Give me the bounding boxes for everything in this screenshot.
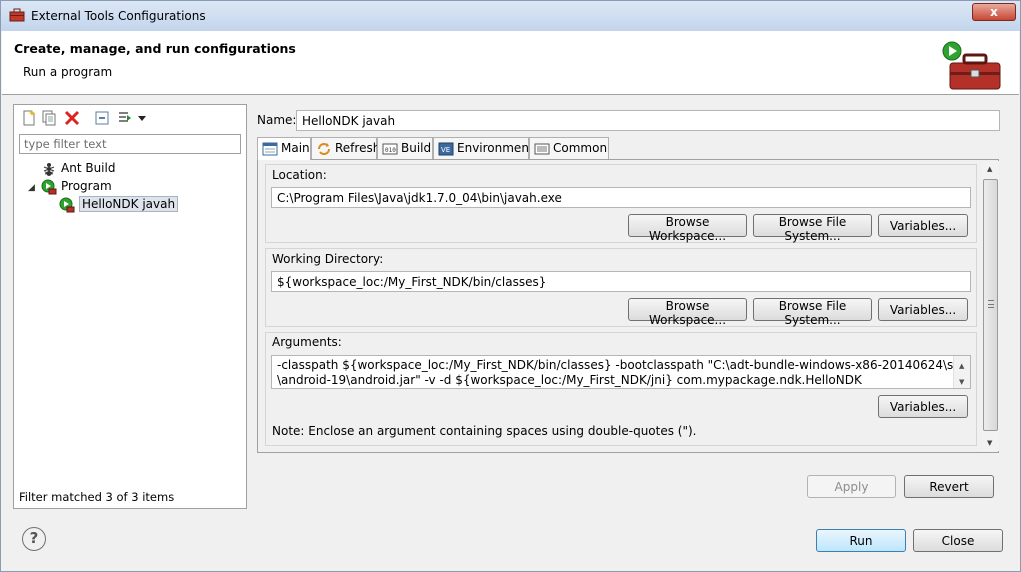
location-group: Location: Browse Workspace... Browse Fil… [265,164,977,243]
scrollbar-thumb[interactable] [983,179,998,431]
expand-arrow-icon[interactable]: ◢ [28,183,35,193]
filter-input[interactable] [19,134,241,154]
page-title: Create, manage, and run configurations [14,41,296,56]
tree-item-label: Ant Build [61,161,116,175]
workdir-browse-workspace-button[interactable]: Browse Workspace... [628,298,747,327]
tab-label: Common [553,141,608,155]
arguments-line-2: \android-19\android.jar" -v -d ${workspa… [277,373,862,387]
title-bar: External Tools Configurations x [1,1,1020,31]
location-browse-workspace-button[interactable]: Browse Workspace... [628,214,747,243]
location-input[interactable] [271,187,971,208]
svg-text:VE: VE [441,146,450,154]
tree-item-label: Program [61,179,112,193]
tab-main[interactable]: Main [257,137,311,160]
configuration-list-panel: Ant Build ◢ Program HelloNDK javah Filte… [13,104,247,509]
scroll-up-icon[interactable]: ▲ [987,165,992,173]
environment-icon: VE [438,142,454,155]
duplicate-icon[interactable] [40,109,58,127]
main-tab-content: Location: Browse Workspace... Browse Fil… [257,159,999,453]
arguments-line-1: -classpath ${workspace_loc:/My_First_NDK… [277,358,971,372]
arguments-variables-button[interactable]: Variables... [878,395,968,418]
tab-label: Build [401,141,432,155]
toolbox-app-icon [9,8,25,22]
location-variables-button[interactable]: Variables... [878,214,968,237]
location-browse-file-system-button[interactable]: Browse File System... [753,214,872,243]
toolbox-run-icon [942,41,1001,90]
tab-content-scrollbar[interactable]: ▲ ▼ [982,161,999,451]
arguments-textarea[interactable]: -classpath ${workspace_loc:/My_First_NDK… [271,355,971,389]
working-directory-label: Working Directory: [272,252,384,266]
filter-icon[interactable] [116,109,134,127]
svg-text:010: 010 [385,147,396,154]
tab-refresh[interactable]: Refresh [311,137,381,159]
tree-item-label: HelloNDK javah [79,196,179,212]
filter-status-text: Filter matched 3 of 3 items [19,490,175,504]
location-label: Location: [272,168,327,182]
program-icon [41,179,57,194]
window-close-button[interactable]: x [972,3,1016,21]
delete-icon[interactable] [63,109,81,127]
list-toolbar [14,105,246,131]
revert-button[interactable]: Revert [904,475,994,498]
tab-build[interactable]: 010 Build [377,137,433,159]
header-banner: Create, manage, and run configurations R… [2,31,1019,95]
tab-label: Main [281,141,310,155]
run-button[interactable]: Run [816,529,906,552]
tree-item-program[interactable]: Program [41,177,112,195]
arguments-group: Arguments: -classpath ${workspace_loc:/M… [265,332,977,446]
ant-icon [43,162,55,176]
working-directory-group: Working Directory: Browse Workspace... B… [265,248,977,327]
arguments-label: Arguments: [272,335,342,349]
program-config-icon [59,197,75,212]
workdir-variables-button[interactable]: Variables... [878,298,968,321]
scroll-up-icon[interactable]: ▲ [959,359,964,374]
tab-label: Environment [457,141,534,155]
new-configuration-icon[interactable] [20,109,38,127]
tab-label: Refresh [335,141,381,155]
collapse-all-icon[interactable] [93,109,111,127]
name-label: Name: [257,113,297,127]
apply-button[interactable]: Apply [807,475,896,498]
name-input[interactable] [296,110,1000,131]
tab-environment[interactable]: VE Environment [433,137,534,159]
scroll-down-icon[interactable]: ▼ [959,375,964,388]
scroll-down-icon[interactable]: ▼ [987,439,992,447]
tab-common[interactable]: Common [529,137,609,159]
refresh-icon [318,142,330,155]
help-icon[interactable]: ? [22,527,46,551]
common-icon [534,143,550,154]
page-subtitle: Run a program [23,65,113,79]
arguments-note: Note: Enclose an argument containing spa… [272,424,697,438]
tree-item-ant-build[interactable]: Ant Build [41,159,115,177]
working-directory-input[interactable] [271,271,971,292]
build-icon: 010 [382,143,398,154]
main-tab-icon [262,142,278,155]
external-tools-window: External Tools Configurations x Create, … [0,0,1021,572]
close-button[interactable]: Close [913,529,1003,552]
tree-item-hellondk-javah[interactable]: HelloNDK javah [59,195,179,213]
workdir-browse-file-system-button[interactable]: Browse File System... [753,298,872,327]
arguments-scrollbar[interactable]: ▲ ▼ [953,356,970,388]
chevron-down-icon[interactable] [136,109,148,127]
window-title: External Tools Configurations [31,9,206,23]
